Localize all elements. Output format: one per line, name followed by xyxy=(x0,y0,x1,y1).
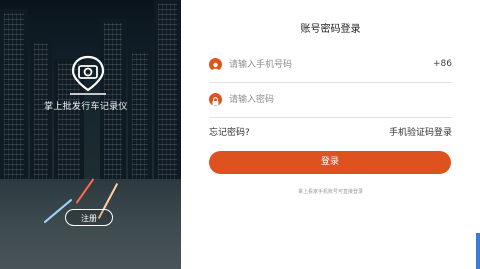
password-input[interactable] xyxy=(229,90,409,110)
login-button[interactable]: 登录 xyxy=(209,151,451,174)
brand-panel: 掌上批发行车记录仪 注册 xyxy=(0,0,181,269)
divider xyxy=(209,82,452,83)
forgot-password-link[interactable]: 忘记密码? xyxy=(209,125,250,138)
form-title: 账号密码登录 xyxy=(300,24,361,35)
phone-field: +86 xyxy=(209,55,452,83)
user-icon xyxy=(209,58,222,71)
divider xyxy=(209,117,452,118)
country-code[interactable]: +86 xyxy=(433,59,452,69)
lock-icon xyxy=(209,93,222,106)
login-hint: 掌上看家手机账号可直接登录 xyxy=(297,189,363,195)
password-field xyxy=(209,90,452,118)
login-form: 账号密码登录 +86 忘记密码? 手机验证码登录 登录 掌上看家手机账号可直接登… xyxy=(181,0,480,269)
side-tab[interactable] xyxy=(476,233,480,269)
app-title: 掌上批发行车记录仪 xyxy=(44,102,128,112)
register-button[interactable]: 注册 xyxy=(65,209,113,226)
camera-pin-icon xyxy=(66,54,110,96)
sms-login-link[interactable]: 手机验证码登录 xyxy=(389,125,452,138)
phone-input[interactable] xyxy=(229,55,409,75)
